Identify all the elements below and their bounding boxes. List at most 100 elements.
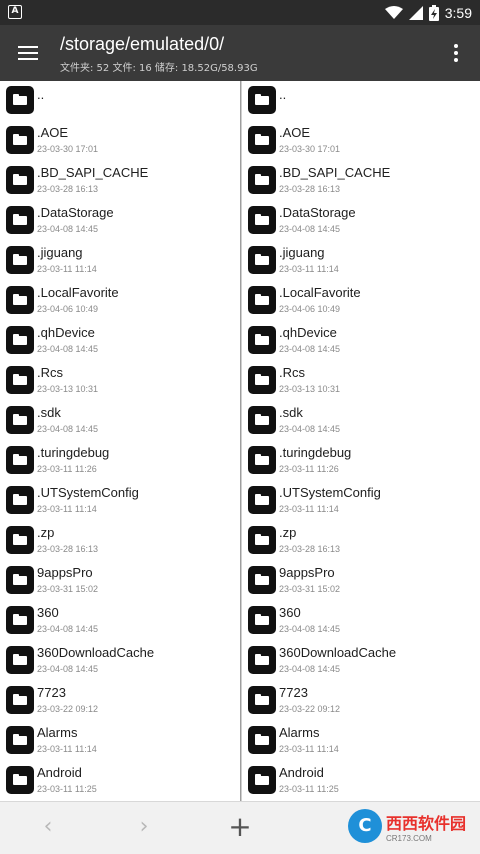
list-item[interactable]: 9appsPro 23-03-31 15:02 <box>0 561 240 601</box>
folder-icon <box>248 206 276 234</box>
list-item[interactable]: .qhDevice 23-04-08 14:45 <box>0 321 240 361</box>
back-button[interactable]: ‹ <box>33 812 63 842</box>
wifi-icon <box>384 5 403 19</box>
current-path: /storage/emulated/0/ <box>60 34 225 54</box>
list-item[interactable]: .turingdebug 23-03-11 11:26 <box>242 441 480 481</box>
list-item[interactable]: .UTSystemConfig 23-03-11 11:14 <box>0 481 240 521</box>
folder-icon <box>248 646 276 674</box>
folder-icon <box>248 286 276 314</box>
folder-icon <box>6 646 34 674</box>
list-item[interactable]: .Rcs 23-03-13 10:31 <box>242 361 480 401</box>
file-name: .LocalFavorite <box>279 285 361 300</box>
list-item[interactable]: 360 23-04-08 14:45 <box>242 601 480 641</box>
file-date: 23-03-28 16:13 <box>279 184 341 194</box>
file-name: .zp <box>37 525 55 540</box>
list-item[interactable]: .turingdebug 23-03-11 11:26 <box>0 441 240 481</box>
list-item[interactable]: .Rcs 23-03-13 10:31 <box>0 361 240 401</box>
list-item[interactable]: .DataStorage 23-04-08 14:45 <box>242 201 480 241</box>
file-name: .Rcs <box>37 365 63 380</box>
file-date: 23-03-11 11:14 <box>37 504 97 514</box>
list-item[interactable]: .. <box>0 81 240 121</box>
file-name: .sdk <box>37 405 61 420</box>
list-item[interactable]: .jiguang 23-03-11 11:14 <box>242 241 480 281</box>
list-item[interactable]: 7723 23-03-22 09:12 <box>242 681 480 721</box>
file-name: .. <box>37 87 45 102</box>
folder-icon <box>6 446 34 474</box>
list-item[interactable]: 360DownloadCache 23-04-08 14:45 <box>0 641 240 681</box>
list-item[interactable]: .BD_SAPI_CACHE 23-03-28 16:13 <box>0 161 240 201</box>
list-item[interactable]: Android 23-03-11 11:25 <box>0 761 240 801</box>
signal-icon <box>408 5 423 20</box>
file-name: .Rcs <box>279 365 305 380</box>
folder-icon <box>6 246 34 274</box>
status-icons: 3:59 <box>384 0 472 25</box>
file-name: .turingdebug <box>37 445 110 460</box>
more-options-icon[interactable] <box>446 39 466 67</box>
folder-icon <box>248 686 276 714</box>
folder-icon <box>248 366 276 394</box>
file-date: 23-04-08 14:45 <box>37 224 99 234</box>
folder-icon <box>6 126 34 154</box>
file-date: 23-03-11 11:14 <box>279 504 339 514</box>
list-item[interactable]: 360DownloadCache 23-04-08 14:45 <box>242 641 480 681</box>
left-pane[interactable]: .. .AOE 23-03-30 17:01 .BD_SAPI_CACHE 23-0… <box>0 81 240 801</box>
file-name: .turingdebug <box>279 445 352 460</box>
file-date: 23-03-11 11:26 <box>279 464 339 474</box>
list-item[interactable]: .BD_SAPI_CACHE 23-03-28 16:13 <box>242 161 480 201</box>
folder-icon <box>248 246 276 274</box>
storage-info: 文件夹: 52 文件: 16 储存: 18.52G/58.93G <box>60 63 258 74</box>
file-date: 23-03-11 11:14 <box>37 264 97 274</box>
list-item[interactable]: Alarms 23-03-11 11:14 <box>242 721 480 761</box>
folder-icon <box>6 166 34 194</box>
list-item[interactable]: 7723 23-03-22 09:12 <box>0 681 240 721</box>
list-item[interactable]: .. <box>242 81 480 121</box>
file-name: .zp <box>279 525 297 540</box>
folder-icon <box>6 766 34 794</box>
file-name: 360 <box>37 605 59 620</box>
folder-icon <box>248 126 276 154</box>
list-item[interactable]: .UTSystemConfig 23-03-11 11:14 <box>242 481 480 521</box>
folder-icon <box>248 486 276 514</box>
list-item[interactable]: .DataStorage 23-04-08 14:45 <box>0 201 240 241</box>
watermark-logo: C <box>347 809 382 843</box>
list-item[interactable]: Android 23-03-11 11:25 <box>242 761 480 801</box>
file-date: 23-03-11 11:25 <box>37 784 97 794</box>
folder-icon <box>6 526 34 554</box>
list-item[interactable]: 360 23-04-08 14:45 <box>0 601 240 641</box>
file-date: 23-04-06 10:49 <box>279 304 341 314</box>
list-item[interactable]: .sdk 23-04-08 14:45 <box>242 401 480 441</box>
file-name: .UTSystemConfig <box>37 485 139 500</box>
file-name: .qhDevice <box>279 325 337 340</box>
list-item[interactable]: .LocalFavorite 23-04-06 10:49 <box>242 281 480 321</box>
battery-charging-icon <box>428 4 439 21</box>
forward-button[interactable]: › <box>129 812 159 842</box>
list-item[interactable]: .jiguang 23-03-11 11:14 <box>0 241 240 281</box>
file-date: 23-04-08 14:45 <box>37 624 99 634</box>
list-item[interactable]: .AOE 23-03-30 17:01 <box>0 121 240 161</box>
file-name: .DataStorage <box>37 205 114 220</box>
watermark-text: 西西软件园 CR173.COM <box>386 810 466 843</box>
list-item[interactable]: .sdk 23-04-08 14:45 <box>0 401 240 441</box>
list-item[interactable]: .AOE 23-03-30 17:01 <box>242 121 480 161</box>
file-date: 23-03-13 10:31 <box>279 384 341 394</box>
folder-icon <box>6 206 34 234</box>
folder-icon <box>6 366 34 394</box>
folder-icon <box>248 406 276 434</box>
file-date: 23-04-08 14:45 <box>279 344 341 354</box>
menu-icon[interactable] <box>14 39 42 67</box>
list-item[interactable]: .qhDevice 23-04-08 14:45 <box>242 321 480 361</box>
list-item[interactable]: .zp 23-03-28 16:13 <box>242 521 480 561</box>
list-item[interactable]: .zp 23-03-28 16:13 <box>0 521 240 561</box>
add-button[interactable]: + <box>225 812 255 842</box>
list-item[interactable]: 9appsPro 23-03-31 15:02 <box>242 561 480 601</box>
folder-icon <box>6 326 34 354</box>
list-item[interactable]: Alarms 23-03-11 11:14 <box>0 721 240 761</box>
file-date: 23-03-28 16:13 <box>37 544 99 554</box>
file-name: 9appsPro <box>279 565 335 580</box>
folder-icon <box>6 486 34 514</box>
folder-icon <box>248 166 276 194</box>
right-pane[interactable]: .. .AOE 23-03-30 17:01 .BD_SAPI_CACHE 23-0… <box>241 81 480 801</box>
file-date: 23-03-28 16:13 <box>37 184 99 194</box>
list-item[interactable]: .LocalFavorite 23-04-06 10:49 <box>0 281 240 321</box>
file-date: 23-04-08 14:45 <box>279 424 341 434</box>
